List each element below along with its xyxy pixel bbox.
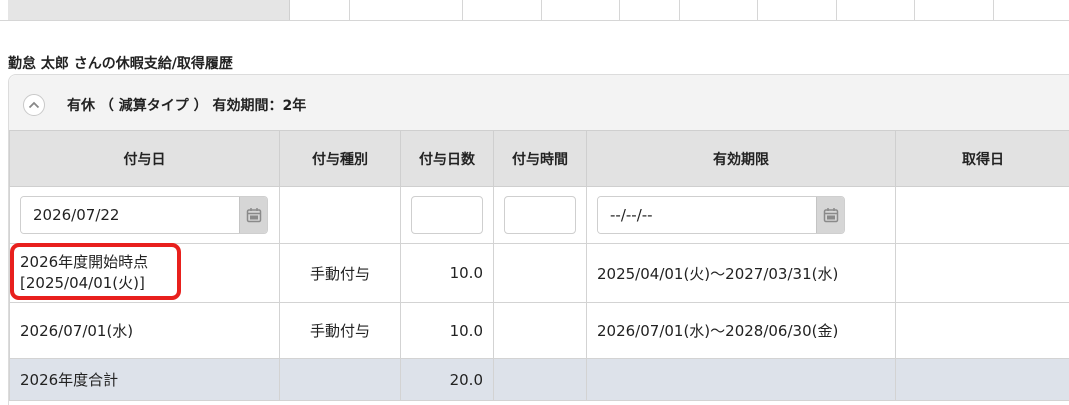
taken-date-empty-cell bbox=[896, 187, 1069, 244]
grant-date-input[interactable] bbox=[21, 197, 239, 233]
grant-days-cell: 10.0 bbox=[401, 303, 494, 359]
total-grant-hours-cell bbox=[494, 359, 587, 401]
new-grant-input-row bbox=[10, 187, 1069, 244]
expiry-date-input[interactable] bbox=[598, 197, 816, 233]
total-grant-type-cell bbox=[280, 359, 401, 401]
leave-panel: 有休 （ 減算タイプ ） 有効期間：2年 付与日 付与種別 付与日数 付与時間 … bbox=[8, 74, 1069, 405]
grant-date-line1: 2026年度開始時点 bbox=[20, 252, 269, 273]
column-header-taken-date: 取得日 bbox=[896, 131, 1069, 187]
previous-table-strip bbox=[0, 0, 1069, 21]
expiry-cell: 2026/07/01(水)～2028/06/30(金) bbox=[587, 303, 896, 359]
column-header-grant-date: 付与日 bbox=[10, 131, 280, 187]
grant-hours-cell bbox=[494, 303, 587, 359]
table-row: 2026年度開始時点 [2025/04/01(火)] 手動付与 10.0 202… bbox=[10, 244, 1069, 303]
grant-hours-input[interactable] bbox=[504, 196, 576, 234]
grant-days-input[interactable] bbox=[411, 196, 483, 234]
expiry-cell: 2025/04/01(火)～2027/03/31(水) bbox=[587, 244, 896, 303]
grant-days-cell: 10.0 bbox=[401, 244, 494, 303]
leave-type-title: 有休 （ 減算タイプ ） 有効期間：2年 bbox=[67, 95, 306, 115]
expiry-date-calendar-button[interactable] bbox=[816, 197, 844, 233]
total-expiry-cell bbox=[587, 359, 896, 401]
previous-table-shaded-cell bbox=[8, 0, 290, 20]
grant-date-line2: [2025/04/01(火)] bbox=[20, 273, 269, 294]
chevron-up-icon bbox=[28, 101, 40, 109]
leave-history-table: 付与日 付与種別 付与日数 付与時間 有効期限 取得日 bbox=[9, 130, 1069, 401]
leave-panel-header: 有休 （ 減算タイプ ） 有効期間：2年 bbox=[9, 75, 1069, 130]
grant-date-cell: 2026/07/01(水) bbox=[10, 303, 280, 359]
column-header-grant-hours: 付与時間 bbox=[494, 131, 587, 187]
total-label-cell: 2026年度合計 bbox=[10, 359, 280, 401]
grant-type-cell: 手動付与 bbox=[280, 303, 401, 359]
grant-date-cell: 2026年度開始時点 [2025/04/01(火)] bbox=[10, 244, 280, 303]
total-grant-days-cell: 20.0 bbox=[401, 359, 494, 401]
total-taken-date-cell bbox=[896, 359, 1069, 401]
table-row: 2026/07/01(水) 手動付与 10.0 2026/07/01(水)～20… bbox=[10, 303, 1069, 359]
column-header-expiry: 有効期限 bbox=[587, 131, 896, 187]
column-header-grant-type: 付与種別 bbox=[280, 131, 401, 187]
grant-type-empty-cell bbox=[280, 187, 401, 244]
grant-type-cell: 手動付与 bbox=[280, 244, 401, 303]
grant-date-picker bbox=[20, 196, 268, 234]
collapse-button[interactable] bbox=[23, 94, 45, 116]
column-header-grant-days: 付与日数 bbox=[401, 131, 494, 187]
calendar-icon bbox=[823, 207, 839, 223]
taken-date-cell bbox=[896, 303, 1069, 359]
grant-hours-cell bbox=[494, 244, 587, 303]
history-title: 勤怠 太郎 さんの休暇支給/取得履歴 bbox=[8, 53, 233, 73]
expiry-date-picker bbox=[597, 196, 845, 234]
total-row: 2026年度合計 20.0 bbox=[10, 359, 1069, 401]
calendar-icon bbox=[246, 207, 262, 223]
grant-date-calendar-button[interactable] bbox=[239, 197, 267, 233]
taken-date-cell bbox=[896, 244, 1069, 303]
table-header-row: 付与日 付与種別 付与日数 付与時間 有効期限 取得日 bbox=[10, 131, 1069, 187]
